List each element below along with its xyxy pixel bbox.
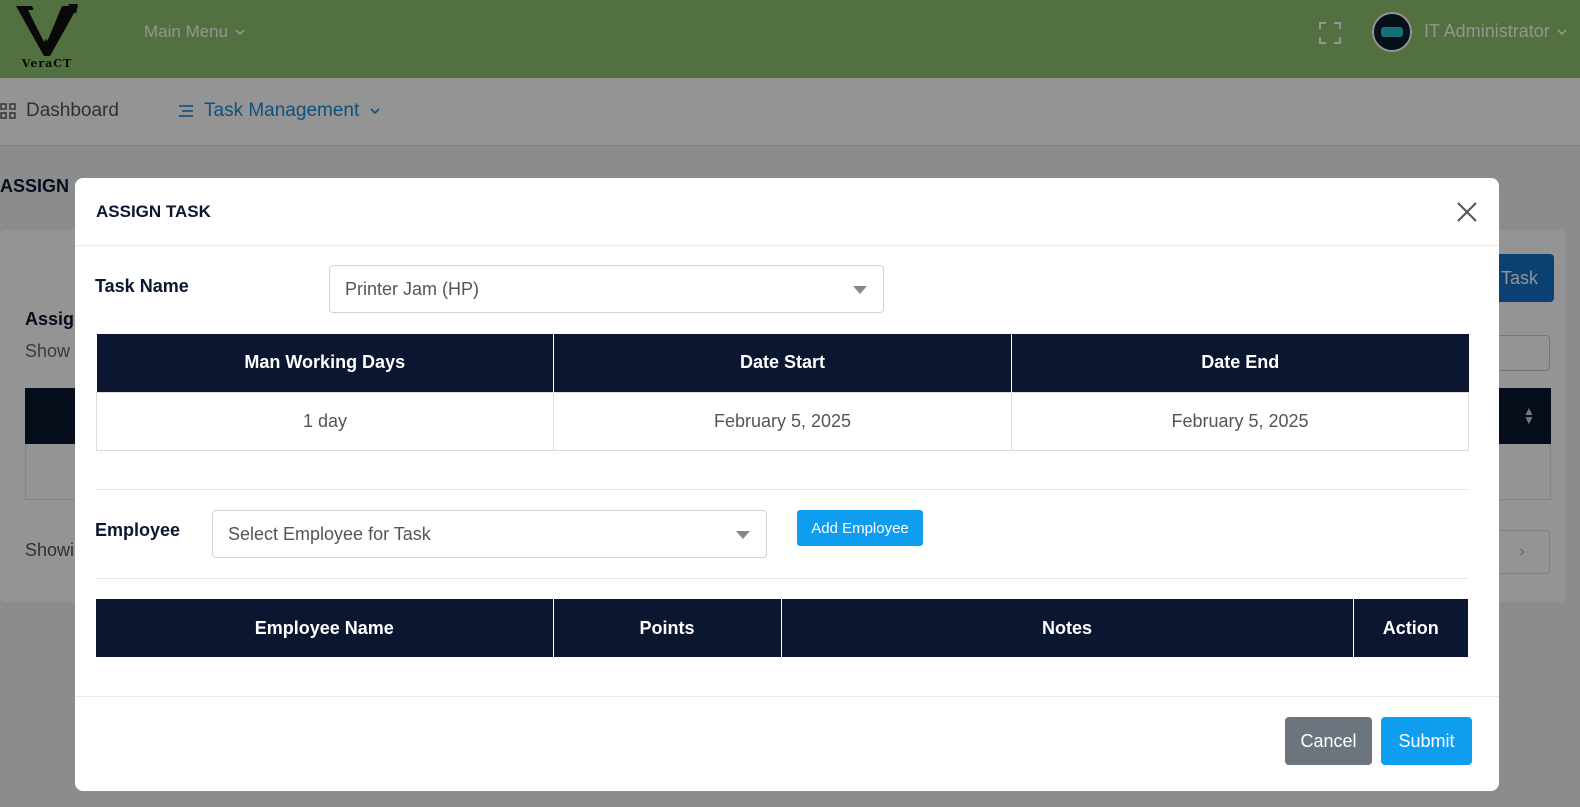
task-name-label: Task Name (95, 276, 189, 296)
cell-date-start: February 5, 2025 (553, 391, 1012, 451)
col-employee-name: Employee Name (96, 599, 554, 657)
divider (96, 489, 1468, 490)
table-row: 1 day February 5, 2025 February 5, 2025 (96, 391, 1469, 451)
cancel-button[interactable]: Cancel (1285, 717, 1372, 765)
cell-man-working-days: 1 day (96, 391, 554, 451)
caret-down-icon (736, 531, 750, 539)
caret-down-icon (853, 286, 867, 294)
employee-label: Employee (95, 520, 181, 540)
add-employee-button[interactable]: Add Employee (797, 510, 923, 546)
col-date-end: Date End (1011, 334, 1469, 392)
col-notes: Notes (781, 599, 1354, 657)
task-details-table: Man Working Days Date Start Date End 1 d… (96, 334, 1469, 451)
task-name-value: Printer Jam (HP) (345, 278, 480, 299)
table-header-row: Man Working Days Date Start Date End (96, 334, 1469, 392)
employee-table: Employee Name Points Notes Action (96, 599, 1468, 657)
employee-select-placeholder: Select Employee for Task (228, 523, 431, 544)
assign-task-modal: ASSIGN TASK Task Name Printer Jam (HP) M… (75, 178, 1499, 791)
modal-footer: Cancel Submit (75, 696, 1499, 791)
cell-date-end: February 5, 2025 (1011, 391, 1469, 451)
task-name-select[interactable]: Printer Jam (HP) (329, 265, 884, 313)
close-icon[interactable] (1453, 198, 1481, 226)
table-header-row: Employee Name Points Notes Action (96, 599, 1468, 657)
modal-header: ASSIGN TASK (75, 178, 1499, 246)
employee-select[interactable]: Select Employee for Task (212, 510, 767, 558)
col-man-working-days: Man Working Days (96, 334, 554, 392)
modal-title: ASSIGN TASK (96, 202, 211, 221)
col-points: Points (553, 599, 782, 657)
col-date-start: Date Start (553, 334, 1012, 392)
divider (96, 578, 1468, 579)
submit-button[interactable]: Submit (1381, 717, 1472, 765)
col-action: Action (1353, 599, 1468, 657)
